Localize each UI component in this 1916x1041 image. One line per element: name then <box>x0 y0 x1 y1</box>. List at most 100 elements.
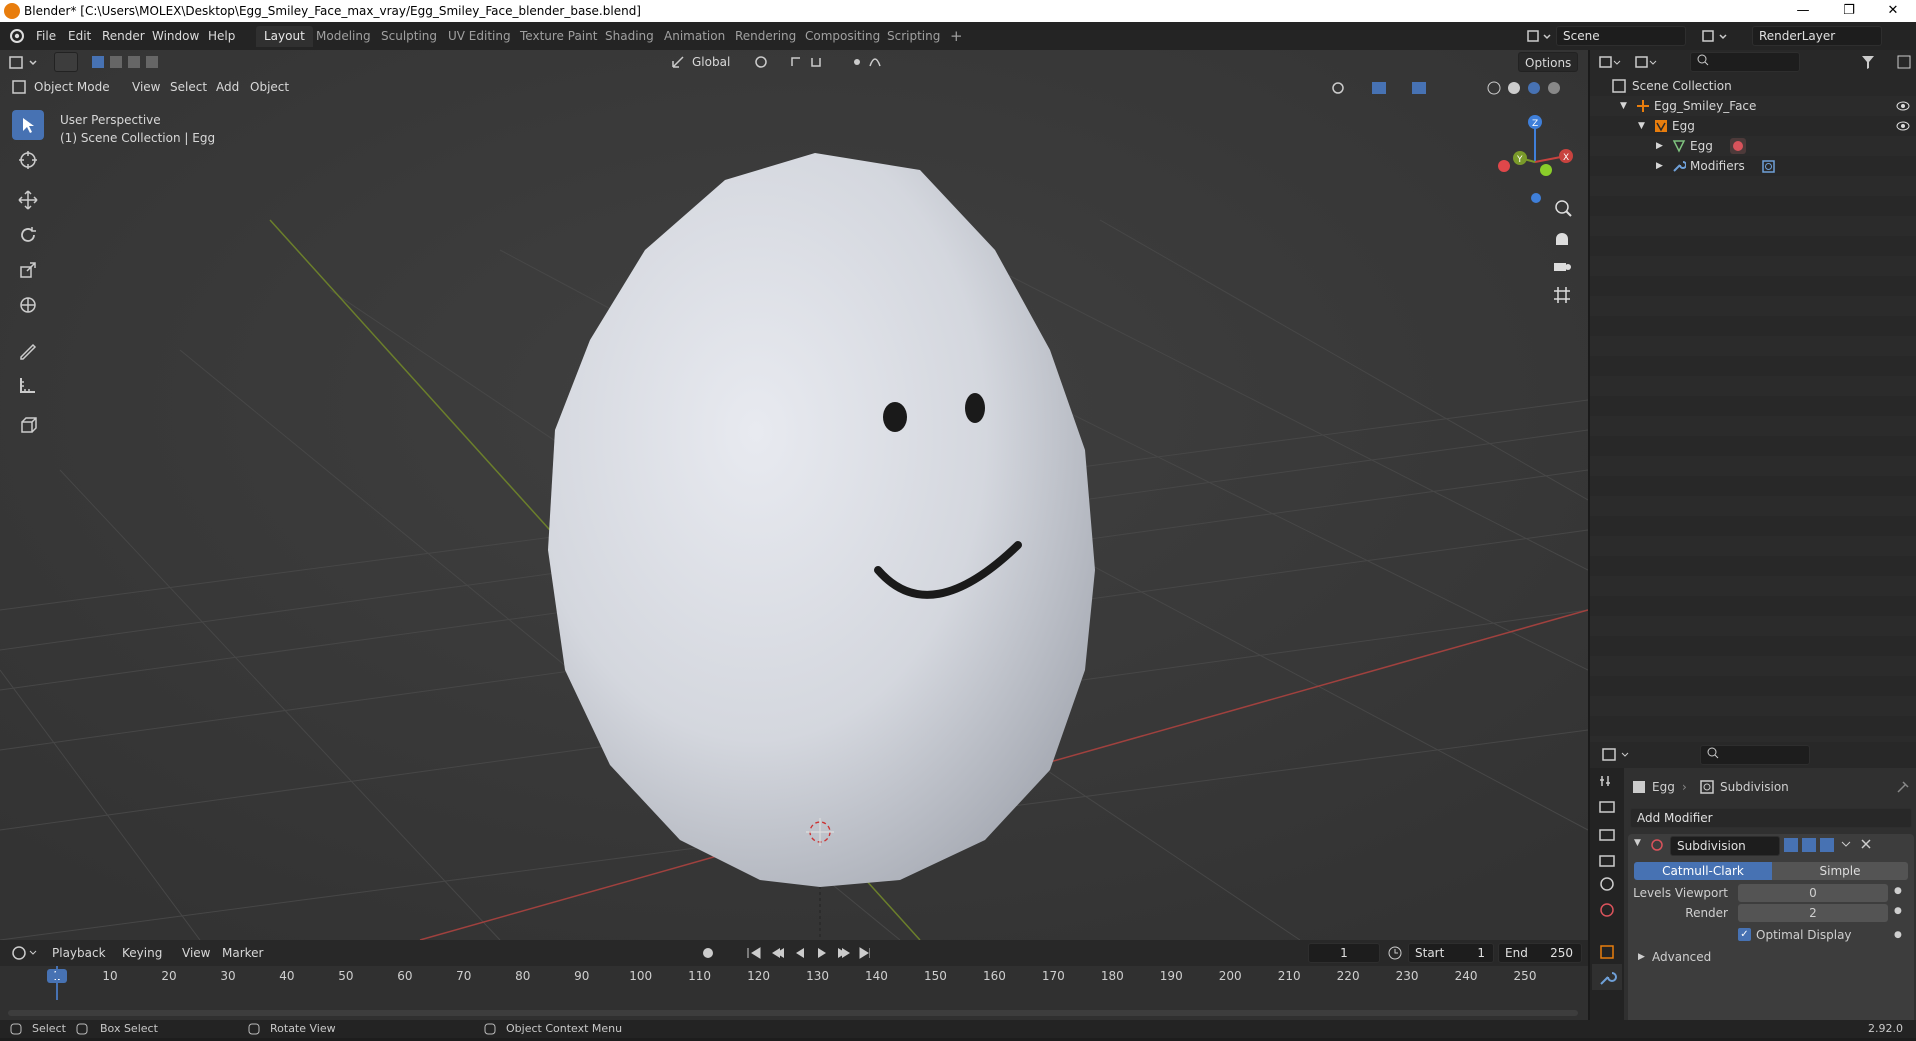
timeline-menu-marker[interactable]: Marker <box>216 943 269 963</box>
menu-help[interactable]: Help <box>202 27 241 45</box>
viewport-menu-view[interactable]: View <box>126 77 166 97</box>
outliner-item-egg-smiley-face[interactable]: ▼ Egg_Smiley_Face <box>1590 96 1916 116</box>
render-layer-field[interactable]: RenderLayer <box>1752 26 1882 46</box>
blender-menu-icon[interactable] <box>8 28 26 44</box>
timeline-menu-playback[interactable]: Playback <box>46 943 112 963</box>
transform-orientation-dropdown[interactable]: Global <box>686 52 736 72</box>
snap-proportional-icon[interactable] <box>752 54 902 70</box>
add-workspace-button[interactable]: + <box>942 26 971 47</box>
advanced-section-label[interactable]: Advanced <box>1652 950 1711 964</box>
start-frame-field[interactable]: Start 1 <box>1408 943 1494 963</box>
rotate-icon <box>21 227 36 242</box>
search-icon <box>1707 747 1719 759</box>
tab-sculpting[interactable]: Sculpting <box>373 26 445 47</box>
outliner-item-modifiers[interactable]: ▶ Modifiers <box>1590 156 1916 176</box>
close-button[interactable]: ✕ <box>1870 0 1916 22</box>
select-tool-mode-icon[interactable] <box>54 52 78 72</box>
object-mode-dropdown[interactable]: Object Mode <box>28 77 116 97</box>
status-select: Select <box>32 1022 66 1035</box>
simple-button[interactable]: Simple <box>1772 862 1908 880</box>
menu-window[interactable]: Window <box>146 27 205 45</box>
render-levels-field[interactable]: 2 <box>1738 904 1888 922</box>
tab-modeling[interactable]: Modeling <box>308 26 379 47</box>
properties-editor-icon[interactable] <box>1602 748 1638 762</box>
menu-edit[interactable]: Edit <box>62 27 97 45</box>
modifier-name-field[interactable]: Subdivision <box>1670 836 1780 856</box>
restore-button[interactable]: ❐ <box>1826 0 1872 22</box>
outliner-item-label: Modifiers <box>1690 159 1745 173</box>
eye-icon[interactable] <box>1896 101 1910 111</box>
viewport-nav-icons[interactable] <box>1550 195 1574 315</box>
move-tool[interactable] <box>12 185 44 215</box>
top-bar: File Edit Render Window Help Layout Mode… <box>0 22 1916 50</box>
timeline-scrollbar[interactable] <box>8 1010 1578 1016</box>
playhead[interactable] <box>56 966 58 1000</box>
viewport-menu-object[interactable]: Object <box>244 77 295 97</box>
timeline-editor-icon[interactable] <box>12 945 42 961</box>
end-frame-field[interactable]: End 250 <box>1498 943 1582 963</box>
add-modifier-dropdown[interactable]: Add Modifier <box>1630 808 1912 828</box>
select-box-tool[interactable] <box>12 110 44 140</box>
options-button[interactable]: Options <box>1518 52 1579 72</box>
filter-icon[interactable] <box>1860 54 1912 70</box>
material-icon <box>1730 138 1746 154</box>
viewport-menu-select[interactable]: Select <box>164 77 213 97</box>
tab-compositing[interactable]: Compositing <box>797 26 888 47</box>
tab-uv-editing[interactable]: UV Editing <box>440 26 519 47</box>
modifier-toggle-icons[interactable] <box>1784 838 1910 852</box>
catmull-clark-button[interactable]: Catmull-Clark <box>1634 862 1772 880</box>
outliner-panel: Scene Collection ▼ Egg_Smiley_Face ▼ Egg ▶… <box>1588 50 1916 742</box>
tab-animation[interactable]: Animation <box>656 26 733 47</box>
tab-rendering[interactable]: Rendering <box>727 26 804 47</box>
viewport-3d[interactable]: Global Options Object Mode View Select A… <box>0 50 1588 940</box>
viewport-menu-add[interactable]: Add <box>210 77 245 97</box>
add-cube-tool[interactable] <box>12 410 44 440</box>
transform-tool[interactable] <box>12 290 44 320</box>
playback-controls-icons[interactable] <box>700 945 870 961</box>
move-icon <box>18 190 38 210</box>
scene-name-field[interactable]: Scene <box>1556 26 1686 46</box>
properties-search-input[interactable] <box>1700 745 1810 765</box>
menu-render[interactable]: Render <box>96 27 151 45</box>
outliner-scene-collection[interactable]: Scene Collection <box>1590 76 1916 96</box>
menu-file[interactable]: File <box>30 27 62 45</box>
optimal-display-checkbox[interactable]: ✓ <box>1738 928 1751 941</box>
scale-tool[interactable] <box>12 255 44 285</box>
outliner-item-egg-mesh[interactable]: ▶ Egg <box>1590 136 1916 156</box>
tab-layout[interactable]: Layout <box>256 26 313 47</box>
status-rotate-view: Rotate View <box>270 1022 336 1035</box>
properties-tab-icons[interactable] <box>1590 768 1624 1038</box>
scene-icon[interactable] <box>1526 28 1554 44</box>
viewport-shading-icons[interactable] <box>1330 80 1570 96</box>
object-mode-icon <box>12 80 26 94</box>
annotate-pencil-icon <box>20 343 37 360</box>
timeline-ruler[interactable]: 1102030405060708090100110120130140150160… <box>0 966 1588 986</box>
measure-tool[interactable] <box>12 370 44 400</box>
tab-texture-paint[interactable]: Texture Paint <box>512 26 605 47</box>
viewport-perspective-label: User Perspective <box>60 113 161 127</box>
annotate-tool[interactable] <box>12 335 44 365</box>
render-layer-icon[interactable] <box>1700 28 1740 44</box>
outliner-header-icons[interactable] <box>1598 54 1678 70</box>
minimize-button[interactable]: — <box>1780 0 1826 22</box>
clock-icon[interactable] <box>1388 946 1402 960</box>
eye-icon[interactable] <box>1896 121 1910 131</box>
timeline-tick-label: 180 <box>1100 969 1124 983</box>
timeline-menu-view[interactable]: View <box>176 943 216 963</box>
modifier-panel: ▼ Subdivision Catmull-Clark Simple Level… <box>1628 834 1914 1034</box>
timeline-tick-label: 170 <box>1041 969 1065 983</box>
outliner-item-egg[interactable]: ▼ Egg <box>1590 116 1916 136</box>
editor-type-icon[interactable] <box>8 54 44 72</box>
selection-modes-icon[interactable] <box>90 54 190 70</box>
current-frame-field[interactable]: 1 <box>1308 943 1380 963</box>
tab-shading[interactable]: Shading <box>597 26 662 47</box>
pin-icon[interactable] <box>1896 780 1910 794</box>
wrench-icon <box>1673 161 1686 172</box>
levels-viewport-field[interactable]: 0 <box>1738 884 1888 902</box>
outliner-search-input[interactable] <box>1690 52 1800 72</box>
rotate-tool[interactable] <box>12 220 44 250</box>
timeline-menu-keying[interactable]: Keying <box>116 943 168 963</box>
cursor-tool[interactable] <box>12 145 44 175</box>
status-box-select: Box Select <box>100 1022 158 1035</box>
tab-scripting[interactable]: Scripting <box>879 26 948 47</box>
